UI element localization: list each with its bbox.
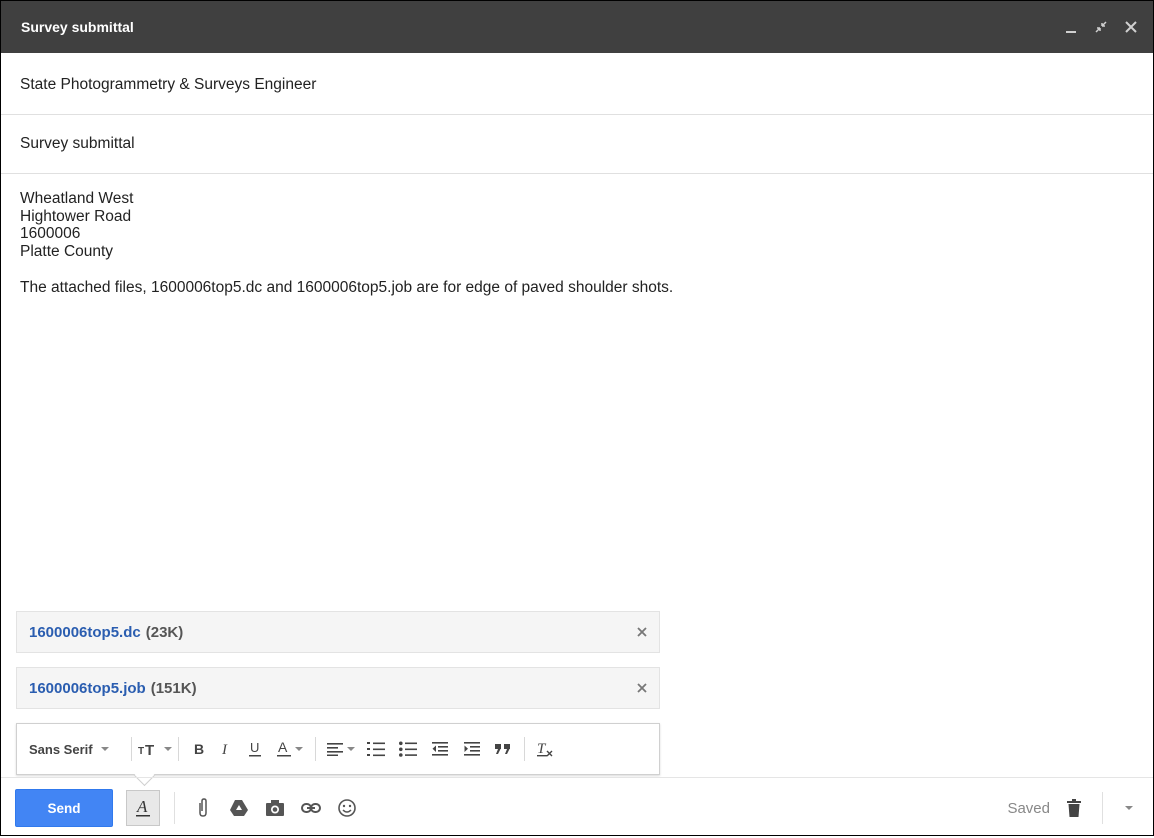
save-status: Saved xyxy=(1007,799,1050,817)
bold-button[interactable]: B xyxy=(185,736,213,762)
insert-emoji-button[interactable] xyxy=(329,790,365,826)
compose-window: Survey submittal State Photogrammetry & … xyxy=(0,0,1154,836)
body-paragraph: The attached files, 1600006top5.dc and 1… xyxy=(20,279,674,296)
font-family-label: Sans Serif xyxy=(29,741,93,757)
smiley-icon xyxy=(338,799,356,817)
divider xyxy=(315,737,316,761)
divider xyxy=(524,737,525,761)
remove-attachment-icon[interactable] xyxy=(633,679,651,697)
body-line: Hightower Road xyxy=(20,207,132,225)
exit-fullscreen-icon[interactable] xyxy=(1089,15,1113,39)
indent-less-button[interactable] xyxy=(424,736,456,762)
font-size-button[interactable]: TT xyxy=(138,736,172,762)
chevron-down-icon xyxy=(100,747,109,751)
formatting-icon: A xyxy=(136,798,150,817)
insert-link-button[interactable] xyxy=(293,790,329,826)
svg-text:B: B xyxy=(194,741,204,757)
text-size-icon: TT xyxy=(138,742,154,757)
divider xyxy=(131,737,132,761)
discard-draft-button[interactable] xyxy=(1062,790,1086,826)
chevron-down-icon xyxy=(164,747,172,751)
text-color-button[interactable]: A xyxy=(269,736,309,762)
camera-icon xyxy=(266,800,284,816)
divider xyxy=(174,792,175,824)
svg-text:T: T xyxy=(537,741,547,757)
formatting-options-button[interactable]: A xyxy=(126,790,160,826)
align-button[interactable] xyxy=(322,736,360,762)
bulleted-list-button[interactable] xyxy=(392,736,424,762)
quote-icon xyxy=(495,744,510,754)
insert-photo-button[interactable] xyxy=(257,790,293,826)
italic-button[interactable]: I xyxy=(213,736,241,762)
insert-drive-button[interactable] xyxy=(221,790,257,826)
svg-text:U: U xyxy=(250,740,259,755)
chevron-down-icon xyxy=(1125,806,1133,810)
drive-icon xyxy=(230,800,248,816)
font-family-select[interactable]: Sans Serif xyxy=(29,736,125,762)
numbered-list-button[interactable] xyxy=(360,736,392,762)
indent-more-icon xyxy=(464,742,480,756)
text-color-icon: A xyxy=(276,740,291,757)
svg-text:A: A xyxy=(278,740,288,755)
attach-file-button[interactable] xyxy=(185,790,221,826)
attachment-size: (151K) xyxy=(150,679,197,697)
divider xyxy=(1102,792,1103,824)
svg-text:A: A xyxy=(136,798,148,816)
more-options-button[interactable] xyxy=(1119,790,1139,826)
subject-text: Survey submittal xyxy=(20,135,135,152)
close-icon[interactable] xyxy=(1119,15,1143,39)
attachment-chip[interactable]: 1600006top5.job (151K) xyxy=(16,667,660,709)
to-field[interactable]: State Photogrammetry & Surveys Engineer xyxy=(1,56,1153,115)
paperclip-icon xyxy=(199,798,207,817)
underline-button[interactable]: U xyxy=(241,736,269,762)
subject-field[interactable]: Survey submittal xyxy=(1,115,1153,174)
clear-formatting-icon: T xyxy=(537,741,553,757)
indent-less-icon xyxy=(432,742,448,756)
italic-icon: I xyxy=(221,742,228,757)
divider xyxy=(178,737,179,761)
attachment-size: (23K) xyxy=(145,623,184,641)
send-button[interactable]: Send xyxy=(15,789,113,827)
message-body[interactable]: Wheatland West Hightower Road 1600006 Pl… xyxy=(20,190,1123,297)
attachment-chip[interactable]: 1600006top5.dc (23K) xyxy=(16,611,660,653)
svg-text:T: T xyxy=(145,742,154,757)
attachment-name[interactable]: 1600006top5.job xyxy=(29,680,146,697)
compose-titlebar: Survey submittal xyxy=(1,1,1153,53)
body-line: Platte County xyxy=(20,242,114,260)
trash-icon xyxy=(1067,799,1081,817)
recipient: State Photogrammetry & Surveys Engineer xyxy=(20,76,317,93)
svg-text:T: T xyxy=(138,746,144,757)
remove-formatting-button[interactable]: T xyxy=(531,736,559,762)
chevron-down-icon xyxy=(294,747,303,751)
link-icon xyxy=(301,803,321,813)
compose-bottom-bar: Send A Saved xyxy=(1,777,1153,838)
chevron-down-icon xyxy=(347,747,355,751)
formatting-toolbar: Sans Serif TT B I U A T xyxy=(16,723,660,775)
svg-text:I: I xyxy=(221,742,228,757)
align-left-icon xyxy=(327,743,343,756)
remove-attachment-icon[interactable] xyxy=(633,623,651,641)
quote-button[interactable] xyxy=(488,736,518,762)
underline-icon: U xyxy=(249,740,261,757)
minimize-icon[interactable] xyxy=(1059,15,1083,39)
attachment-name[interactable]: 1600006top5.dc xyxy=(29,624,141,641)
body-line: 1600006 xyxy=(20,225,81,242)
numbered-list-icon xyxy=(367,742,385,757)
body-line: Wheatland West xyxy=(20,190,134,207)
bulleted-list-icon xyxy=(399,741,417,757)
indent-more-button[interactable] xyxy=(456,736,488,762)
bold-icon: B xyxy=(194,741,204,757)
window-title: Survey submittal xyxy=(21,19,134,35)
